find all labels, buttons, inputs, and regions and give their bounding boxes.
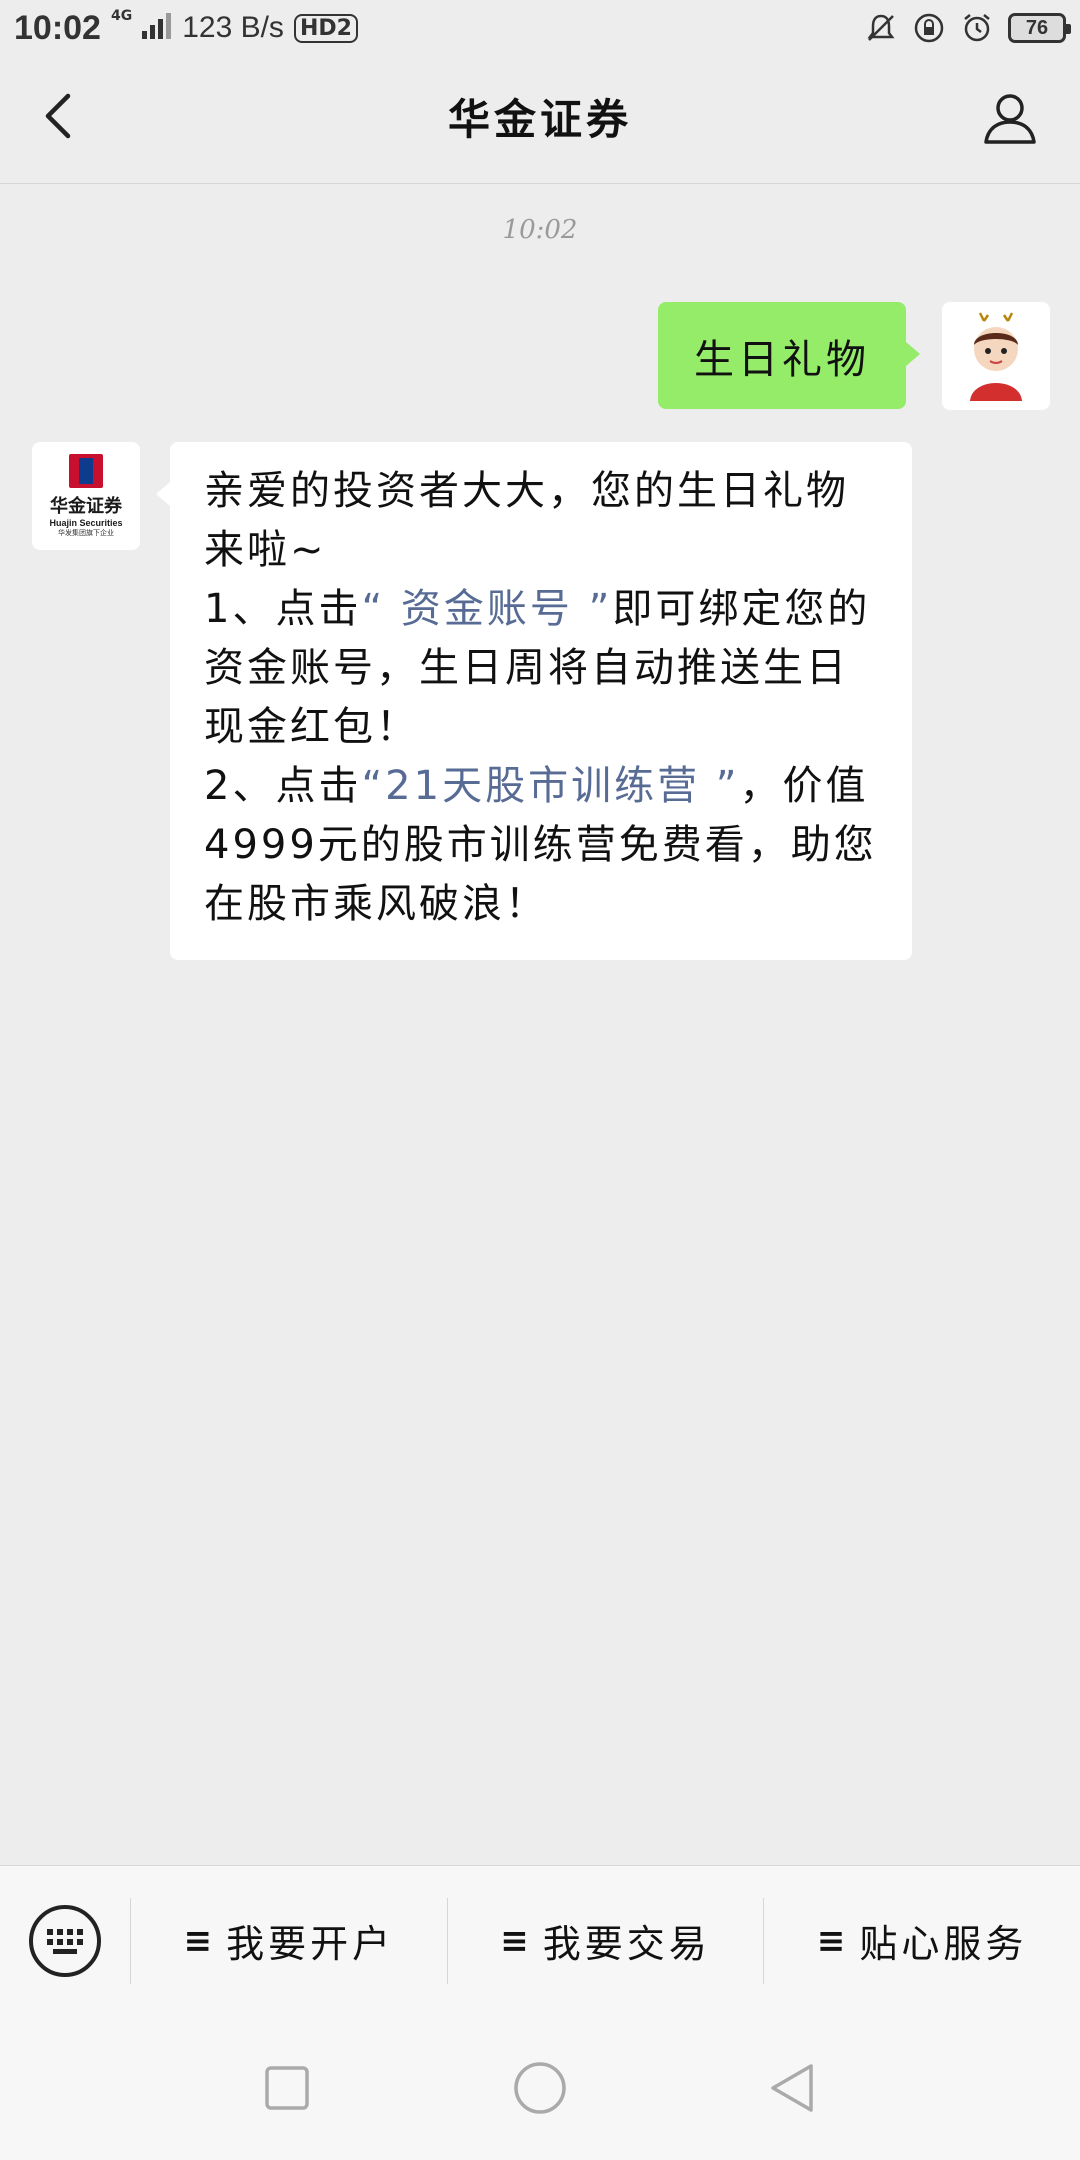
recent-apps-button[interactable] <box>252 2053 322 2123</box>
hd-badge: HD2 <box>293 13 358 43</box>
user-message-text: 生日礼物 <box>694 336 870 383</box>
line2-prefix: 2、点击 <box>204 763 362 809</box>
lock-rotation-icon <box>912 11 946 45</box>
network-type: 4G <box>110 8 133 24</box>
status-bar: 10:02 4G 123 B/s HD2 76 <box>0 0 1080 56</box>
battery-level: 76 <box>1025 16 1049 39</box>
signal-icon <box>142 9 172 47</box>
chat-header: 华金证券 <box>0 56 1080 184</box>
bot-avatar[interactable]: 华金证券 Huajin Securities 华发集团旗下企业 <box>32 442 140 550</box>
keyboard-toggle-button[interactable] <box>0 1866 130 2016</box>
user-avatar[interactable] <box>942 302 1050 410</box>
network-speed: 123 B/s <box>182 11 284 44</box>
menu-item-label: 我要开户 <box>226 1922 395 1966</box>
bot-message-intro: 亲爱的投资者大大，您的生日礼物来啦~ <box>204 468 849 573</box>
system-nav-bar <box>0 2015 1080 2160</box>
system-back-button[interactable] <box>758 2053 828 2123</box>
home-button[interactable] <box>505 2053 575 2123</box>
menu-list-icon: ≡ <box>816 1920 850 1961</box>
keyboard-icon <box>29 1904 101 1977</box>
cartoon-avatar-icon <box>970 312 1022 401</box>
menu-item-trade[interactable]: ≡ 我要交易 <box>446 1897 764 1984</box>
logo-sub-text: 华发集团旗下企业 <box>58 529 114 537</box>
fund-account-link[interactable]: “ 资金账号 ” <box>361 586 612 632</box>
profile-button[interactable] <box>980 88 1040 148</box>
user-message-bubble[interactable]: 生日礼物 <box>658 302 920 409</box>
logo-en-text: Huajin Securities <box>49 518 123 528</box>
menu-item-service[interactable]: ≡ 贴心服务 <box>763 1897 1080 1984</box>
menu-list-icon: ≡ <box>500 1920 533 1961</box>
bell-muted-icon <box>864 11 898 45</box>
line1-prefix: 1、点击 <box>204 586 362 632</box>
logo-cn-text: 华金证券 <box>50 496 122 517</box>
page-title: 华金证券 <box>447 95 632 144</box>
menu-item-open-account[interactable]: ≡ 我要开户 <box>130 1897 447 1984</box>
huajin-logo-icon <box>69 454 103 488</box>
home-icon <box>514 2061 566 2114</box>
recent-apps-icon <box>264 2065 309 2110</box>
training-camp-link[interactable]: “21天股市训练营 ” <box>361 763 739 809</box>
official-account-menu: ≡ 我要开户 ≡ 我要交易 ≡ 贴心服务 <box>0 1865 1080 2015</box>
menu-item-label: 贴心服务 <box>859 1922 1028 1966</box>
chat-timestamp: 10:02 <box>502 215 578 245</box>
bot-message-line-1: 1、点击“ 资金账号 ”即可绑定您的资金账号，生日周将自动推送生日现金红包！ <box>204 580 878 757</box>
battery-icon: 76 <box>1008 13 1071 43</box>
back-triangle-icon <box>771 2063 814 2112</box>
alarm-icon <box>960 11 994 45</box>
status-time: 10:02 <box>14 8 101 47</box>
menu-list-icon: ≡ <box>183 1920 217 1961</box>
bot-message-line-2: 2、点击“21天股市训练营 ”，价值4999元的股市训练营免费看，助您在股市乘风… <box>204 757 878 934</box>
menu-item-label: 我要交易 <box>542 1922 711 1966</box>
bot-message-bubble: 亲爱的投资者大大，您的生日礼物来啦~ 1、点击“ 资金账号 ”即可绑定您的资金账… <box>156 442 912 960</box>
person-icon <box>984 94 1036 144</box>
